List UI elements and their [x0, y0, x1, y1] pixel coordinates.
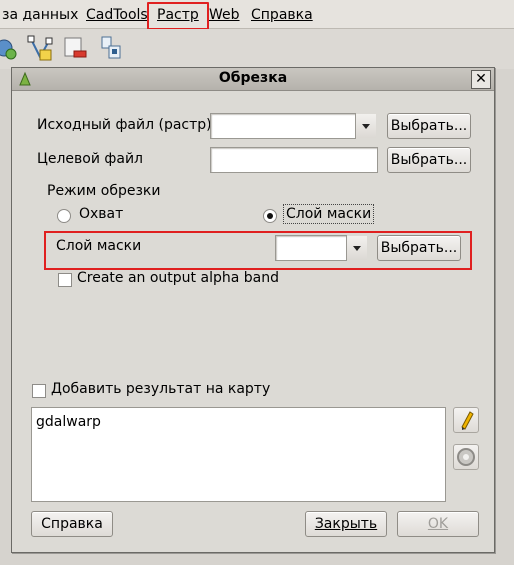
- ok-button-label: OK: [427, 516, 449, 532]
- target-file-label: Целевой файл: [37, 151, 144, 167]
- mask-layer-combo[interactable]: [275, 235, 347, 261]
- copy-feature-icon[interactable]: [98, 35, 124, 61]
- radio-mask-layer-label[interactable]: Слой маски: [283, 204, 375, 224]
- menu-item-database[interactable]: за данных: [2, 5, 78, 25]
- menu-item-web[interactable]: Web: [209, 5, 240, 25]
- menubar: за данных CadTools Растр Web Справка: [0, 0, 514, 30]
- mask-layer-dropdown-arrow[interactable]: [346, 236, 367, 260]
- ok-button[interactable]: OK: [397, 511, 479, 537]
- radio-extent[interactable]: [57, 209, 71, 223]
- close-button-label: Закрыть: [314, 516, 378, 532]
- close-icon[interactable]: ✕: [471, 70, 491, 89]
- target-file-browse-button[interactable]: Выбрать...: [387, 147, 471, 173]
- menu-item-raster[interactable]: Растр: [157, 5, 199, 25]
- alpha-band-label[interactable]: Create an output alpha band: [77, 270, 279, 286]
- toolbar: [0, 29, 514, 69]
- menu-item-raster-label: Растр: [157, 7, 199, 23]
- menu-item-cadtools-label: CadTools: [86, 7, 148, 23]
- menu-item-help[interactable]: Справка: [251, 5, 313, 25]
- help-button[interactable]: Справка: [31, 511, 113, 537]
- dialog-title: Обрезка: [218, 70, 288, 86]
- clip-mode-label: Режим обрезки: [47, 183, 161, 199]
- menu-item-cadtools[interactable]: CadTools: [86, 5, 148, 25]
- dialog-titlebar[interactable]: Обрезка ✕: [12, 68, 494, 91]
- command-text: gdalwarp: [36, 414, 101, 430]
- close-button[interactable]: Закрыть: [305, 511, 387, 537]
- mask-layer-browse-button[interactable]: Выбрать...: [377, 235, 461, 261]
- edit-command-button[interactable]: [453, 407, 479, 433]
- source-file-dropdown-arrow[interactable]: [355, 114, 376, 138]
- chevron-down-icon: [362, 123, 370, 129]
- alpha-band-checkbox[interactable]: [58, 273, 72, 287]
- reset-icon: [457, 448, 475, 466]
- source-file-combo[interactable]: [210, 113, 356, 139]
- mask-layer-label: Слой маски: [56, 238, 142, 254]
- radio-mask-layer[interactable]: [263, 209, 277, 223]
- add-to-map-checkbox[interactable]: [32, 384, 46, 398]
- source-file-browse-button[interactable]: Выбрать...: [387, 113, 471, 139]
- delete-feature-icon[interactable]: [62, 35, 88, 61]
- clip-dialog: Обрезка ✕ Исходный файл (растр) Выбрать.…: [11, 67, 495, 553]
- add-layer-icon[interactable]: [0, 35, 20, 61]
- source-file-label: Исходный файл (растр): [37, 117, 212, 133]
- command-textarea[interactable]: gdalwarp: [31, 407, 446, 502]
- radio-extent-label[interactable]: Охват: [79, 206, 123, 222]
- node-tool-icon[interactable]: [27, 35, 53, 61]
- chevron-down-icon: [353, 245, 361, 251]
- reset-command-button[interactable]: [453, 444, 479, 470]
- menu-item-help-label: Справка: [251, 7, 313, 23]
- pencil-icon: [461, 411, 474, 430]
- target-file-input[interactable]: [210, 147, 378, 173]
- menu-item-web-label: Web: [209, 7, 240, 23]
- add-to-map-label[interactable]: Добавить результат на карту: [51, 381, 270, 397]
